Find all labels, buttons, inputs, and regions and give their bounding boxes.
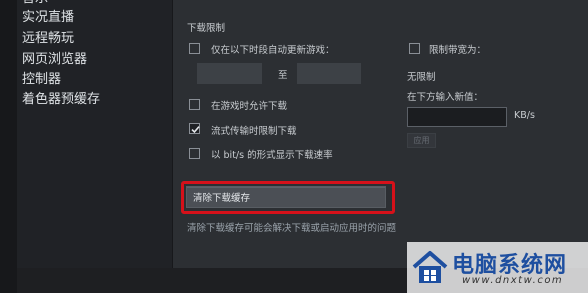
schedule-auto-update-label: 仅在以下时段自动更新游戏： bbox=[211, 45, 335, 56]
kb-per-second-unit: KB/s bbox=[514, 110, 535, 121]
throttle-while-streaming-checkbox[interactable] bbox=[189, 123, 200, 134]
apply-button[interactable]: 应用 bbox=[407, 133, 436, 148]
settings-sidebar: 音乐 实况直播 远程畅玩 网页浏览器 控制器 着色器预缓存 bbox=[17, 0, 172, 268]
sidebar-item-broadcasting[interactable]: 实况直播 bbox=[22, 10, 74, 26]
allow-during-gameplay-checkbox[interactable] bbox=[189, 99, 200, 110]
section-title-download-restrictions: 下载限制 bbox=[187, 23, 226, 34]
sidebar-item-controller[interactable]: 控制器 bbox=[22, 72, 61, 88]
limit-bandwidth-checkbox[interactable] bbox=[409, 43, 420, 54]
sidebar-item-remote-play[interactable]: 远程畅玩 bbox=[22, 31, 74, 47]
sidebar-item-music[interactable]: 音乐 bbox=[22, 0, 48, 7]
display-bits-per-second-checkbox[interactable] bbox=[189, 148, 200, 159]
clear-cache-hint: 清除下载缓存可能会解决下载或启动应用时的问题 bbox=[187, 223, 397, 234]
schedule-auto-update-checkbox[interactable] bbox=[189, 43, 200, 54]
bandwidth-limit-input[interactable] bbox=[407, 107, 507, 127]
allow-during-gameplay-label: 在游戏时允许下载 bbox=[211, 101, 288, 112]
clear-download-cache-button[interactable]: 清除下载缓存 bbox=[186, 186, 386, 208]
display-bits-per-second-label: 以 bit/s 的形式显示下载速率 bbox=[211, 150, 333, 161]
throttle-while-streaming-label: 流式传输时限制下载 bbox=[211, 126, 297, 137]
schedule-end-time-select[interactable] bbox=[297, 63, 361, 84]
checkmark-icon bbox=[191, 126, 200, 134]
watermark-url: www.dnxtw.com bbox=[462, 275, 564, 286]
schedule-start-time-select[interactable] bbox=[197, 63, 262, 84]
enter-new-value-label: 在下方输入新值： bbox=[407, 92, 484, 103]
schedule-separator: 至 bbox=[278, 70, 288, 81]
sidebar-item-shader-precache[interactable]: 着色器预缓存 bbox=[22, 92, 100, 108]
house-logo-icon bbox=[412, 251, 448, 283]
no-limit-text: 无限制 bbox=[407, 72, 436, 83]
sidebar-item-web-browser[interactable]: 网页浏览器 bbox=[22, 52, 87, 68]
limit-bandwidth-label: 限制带宽为： bbox=[429, 45, 487, 56]
